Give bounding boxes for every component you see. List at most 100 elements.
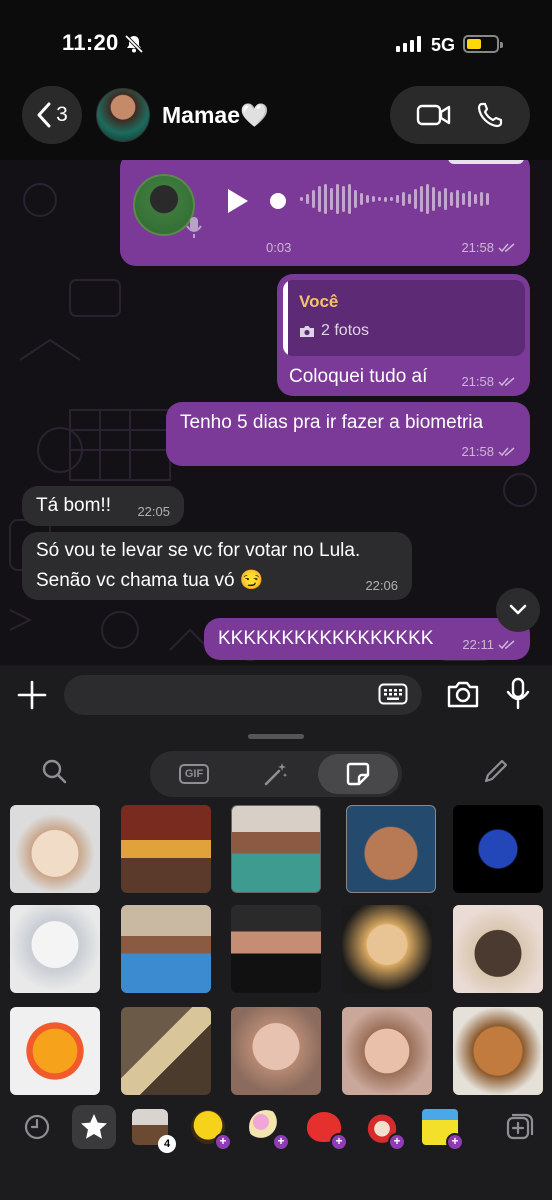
- composer-bar: [0, 665, 552, 727]
- signal-icon: [396, 36, 421, 52]
- message-meta: 21:58: [461, 374, 516, 389]
- message-bubble[interactable]: Tenho 5 dias pra ir fazer a biometria 21…: [166, 402, 530, 466]
- sticker-kitten[interactable]: [10, 905, 100, 993]
- sticker-wolves[interactable]: [121, 1007, 211, 1095]
- microphone-button-icon[interactable]: [506, 677, 530, 711]
- chevron-left-icon: [37, 102, 51, 128]
- video-call-icon[interactable]: [416, 103, 452, 127]
- tray-pack-coffee[interactable]: 4: [128, 1105, 176, 1153]
- battery-fill: [467, 39, 481, 49]
- sticker-panel: GIF 4 + + + + +: [0, 727, 552, 1200]
- double-check-icon: [498, 242, 515, 252]
- voice-message-bubble[interactable]: 0:03 21:58: [120, 160, 530, 266]
- double-check-icon: [498, 446, 515, 456]
- scroll-down-button[interactable]: [496, 588, 540, 632]
- quoted-message[interactable]: Você 2 fotos: [283, 280, 525, 356]
- tray-favorites[interactable]: [72, 1105, 116, 1149]
- star-icon: [81, 1114, 107, 1139]
- tray-pack-red-heart[interactable]: +: [302, 1105, 348, 1151]
- message-bubble-incoming[interactable]: Tá bom!! 22:05: [22, 486, 184, 526]
- camera-small-icon: [300, 325, 314, 337]
- gif-icon: GIF: [178, 764, 210, 784]
- chat-area[interactable]: 0:03 21:58 Você 2 fotos Coloquei tudo aí…: [0, 160, 552, 665]
- message-time: 21:58: [461, 444, 494, 459]
- tab-stickers[interactable]: [318, 754, 398, 794]
- sticker-woman-dancing[interactable]: [231, 805, 321, 893]
- unread-count: 3: [56, 103, 68, 126]
- bell-off-icon: [124, 34, 144, 54]
- voice-waveform[interactable]: [300, 182, 489, 216]
- message-meta: 21:58: [461, 444, 516, 459]
- microphone-icon: [186, 217, 202, 238]
- network-type: 5G: [431, 35, 456, 55]
- call-actions: [390, 86, 530, 144]
- sticker-type-tabs: GIF: [150, 751, 402, 797]
- contact-name[interactable]: Mamae🤍: [162, 102, 269, 129]
- message-time: 21:58: [461, 240, 494, 255]
- chevron-down-icon: [509, 604, 527, 615]
- message-bubble[interactable]: KKKKKKKKKKKKKKKKK 22:11: [204, 618, 530, 660]
- sticker-pug-party-hat[interactable]: [453, 905, 543, 993]
- tray-pack-bee[interactable]: +: [186, 1105, 232, 1151]
- quoted-author: Você: [299, 292, 339, 311]
- sticker-blonde-woman[interactable]: [342, 905, 432, 993]
- double-check-icon: [498, 376, 515, 386]
- keyboard-icon[interactable]: [378, 683, 408, 705]
- magic-wand-icon: [264, 763, 288, 786]
- sticker-puppy[interactable]: [453, 1007, 543, 1095]
- sticker-puppy-crying[interactable]: [10, 805, 100, 893]
- add-pack-badge: +: [388, 1133, 406, 1151]
- quoted-preview: 2 fotos: [321, 322, 370, 339]
- add-pack-badge: +: [446, 1133, 464, 1151]
- chat-header: 3 Mamae🤍: [0, 80, 552, 160]
- tray-pack-hearts[interactable]: +: [244, 1105, 290, 1151]
- message-time: 22:11: [462, 637, 494, 652]
- sticker-emoji-tongue[interactable]: [10, 1007, 100, 1095]
- voice-progress-dot[interactable]: [270, 193, 286, 209]
- sticker-icon: [346, 762, 370, 786]
- message-text: Coloquei tudo aí: [289, 366, 428, 387]
- camera-icon[interactable]: [446, 679, 480, 709]
- message-text: Tenho 5 dias pra ir fazer a biometria: [180, 412, 484, 433]
- reply-message-bubble[interactable]: Você 2 fotos Coloquei tudo aí 21:58: [277, 274, 530, 396]
- message-bubble-incoming[interactable]: Só vou te levar se vc for votar no Lula.…: [22, 532, 412, 600]
- sticker-pack-tray: 4 + + + + +: [0, 1097, 552, 1157]
- back-button[interactable]: 3: [22, 86, 82, 144]
- message-meta: 21:58: [461, 240, 516, 255]
- message-text: KKKKKKKKKKKKKKKKK: [218, 628, 434, 649]
- tray-add-sticker[interactable]: [498, 1105, 542, 1149]
- message-text-line1: Só vou te levar se vc for votar no Lula.: [36, 540, 361, 561]
- sticker-girl-dog-filter[interactable]: [342, 1007, 432, 1095]
- sticker-girl-heart-filter[interactable]: [231, 1007, 321, 1095]
- tab-gif[interactable]: GIF: [154, 754, 234, 794]
- message-time: 22:06: [365, 578, 398, 593]
- sticker-child-face[interactable]: [346, 805, 436, 893]
- battery-icon: [463, 35, 503, 53]
- tray-recent[interactable]: [15, 1105, 59, 1149]
- clock-icon: [24, 1114, 50, 1140]
- message-text: Tá bom!!: [36, 495, 111, 516]
- tray-pack-mouse[interactable]: +: [360, 1105, 406, 1151]
- tray-pack-yellow[interactable]: +: [418, 1105, 464, 1151]
- panel-grabber[interactable]: [248, 734, 304, 739]
- sticker-woman-camera[interactable]: [231, 905, 321, 993]
- tab-ai-sticker[interactable]: [236, 754, 316, 794]
- add-pack-badge: +: [272, 1133, 290, 1151]
- contact-avatar[interactable]: [96, 88, 150, 142]
- sticker-woman-tv[interactable]: [121, 805, 211, 893]
- sticker-woman-blue-dress[interactable]: [121, 905, 211, 993]
- add-sticker-icon: [506, 1113, 534, 1140]
- message-meta: 22:11: [462, 637, 516, 652]
- plus-icon[interactable]: [16, 679, 48, 711]
- message-input[interactable]: [64, 675, 422, 715]
- sticker-sonic[interactable]: [453, 805, 543, 893]
- status-bar: 11:20 5G: [0, 0, 552, 80]
- add-pack-badge: +: [214, 1133, 232, 1151]
- search-icon[interactable]: [40, 757, 68, 785]
- phone-call-icon[interactable]: [476, 101, 504, 129]
- message-text-line2: Senão vc chama tua vó 😏: [36, 570, 264, 591]
- message-time: 21:58: [461, 374, 494, 389]
- pencil-icon[interactable]: [482, 757, 510, 785]
- message-time: 22:05: [137, 504, 170, 519]
- play-icon[interactable]: [226, 188, 250, 214]
